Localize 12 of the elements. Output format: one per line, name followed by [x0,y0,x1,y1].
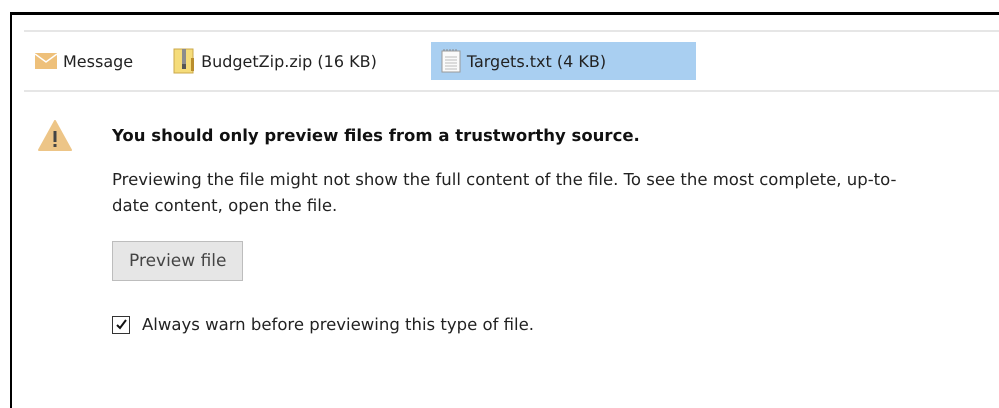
attachment-item[interactable]: Message [35,42,144,80]
warning-message: Previewing the file might not show the full content of the file. To see the most complete, up-to-date content, open the file. [112,169,898,217]
envelope-icon [35,53,57,69]
attachment-item[interactable]: BudgetZip.zip (16 KB) [173,42,387,80]
warning-title: You should only preview files from a trustworthy source. [112,126,640,145]
checkbox-label: Always warn before previewing this type of file. [142,315,534,334]
preview-file-button[interactable]: Preview file [112,241,244,281]
document-icon [440,49,461,73]
checkbox[interactable] [112,316,130,334]
zip-folder-icon [173,48,196,74]
attachment-item[interactable]: Targets.txt (4 KB) [430,42,696,80]
warning-icon [38,120,72,152]
